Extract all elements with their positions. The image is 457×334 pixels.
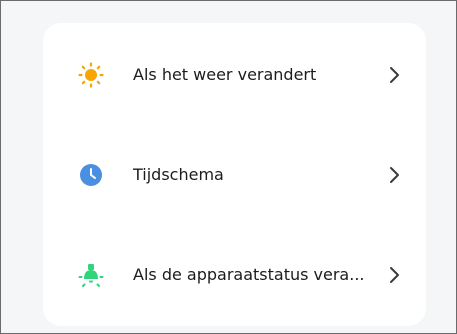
chevron-right-icon: [390, 67, 399, 83]
row-label-device-status: Als de apparaatstatus vera...: [133, 265, 365, 284]
row-schedule[interactable]: Tijdschema: [43, 145, 426, 205]
app-frame: Als het weer verandert Tijdschema Als de…: [0, 0, 457, 334]
chevron-right-icon: [390, 267, 399, 283]
chevron-right-icon: [390, 167, 399, 183]
row-label-weather: Als het weer verandert: [133, 65, 317, 84]
row-label-schedule: Tijdschema: [133, 165, 224, 184]
clock-icon: [80, 164, 102, 186]
row-device-status[interactable]: Als de apparaatstatus vera...: [43, 245, 426, 305]
row-weather-changes[interactable]: Als het weer verandert: [43, 45, 426, 105]
automation-condition-card: Als het weer verandert Tijdschema Als de…: [43, 23, 426, 326]
lightbulb-icon: [78, 264, 104, 287]
sun-icon: [78, 62, 104, 88]
